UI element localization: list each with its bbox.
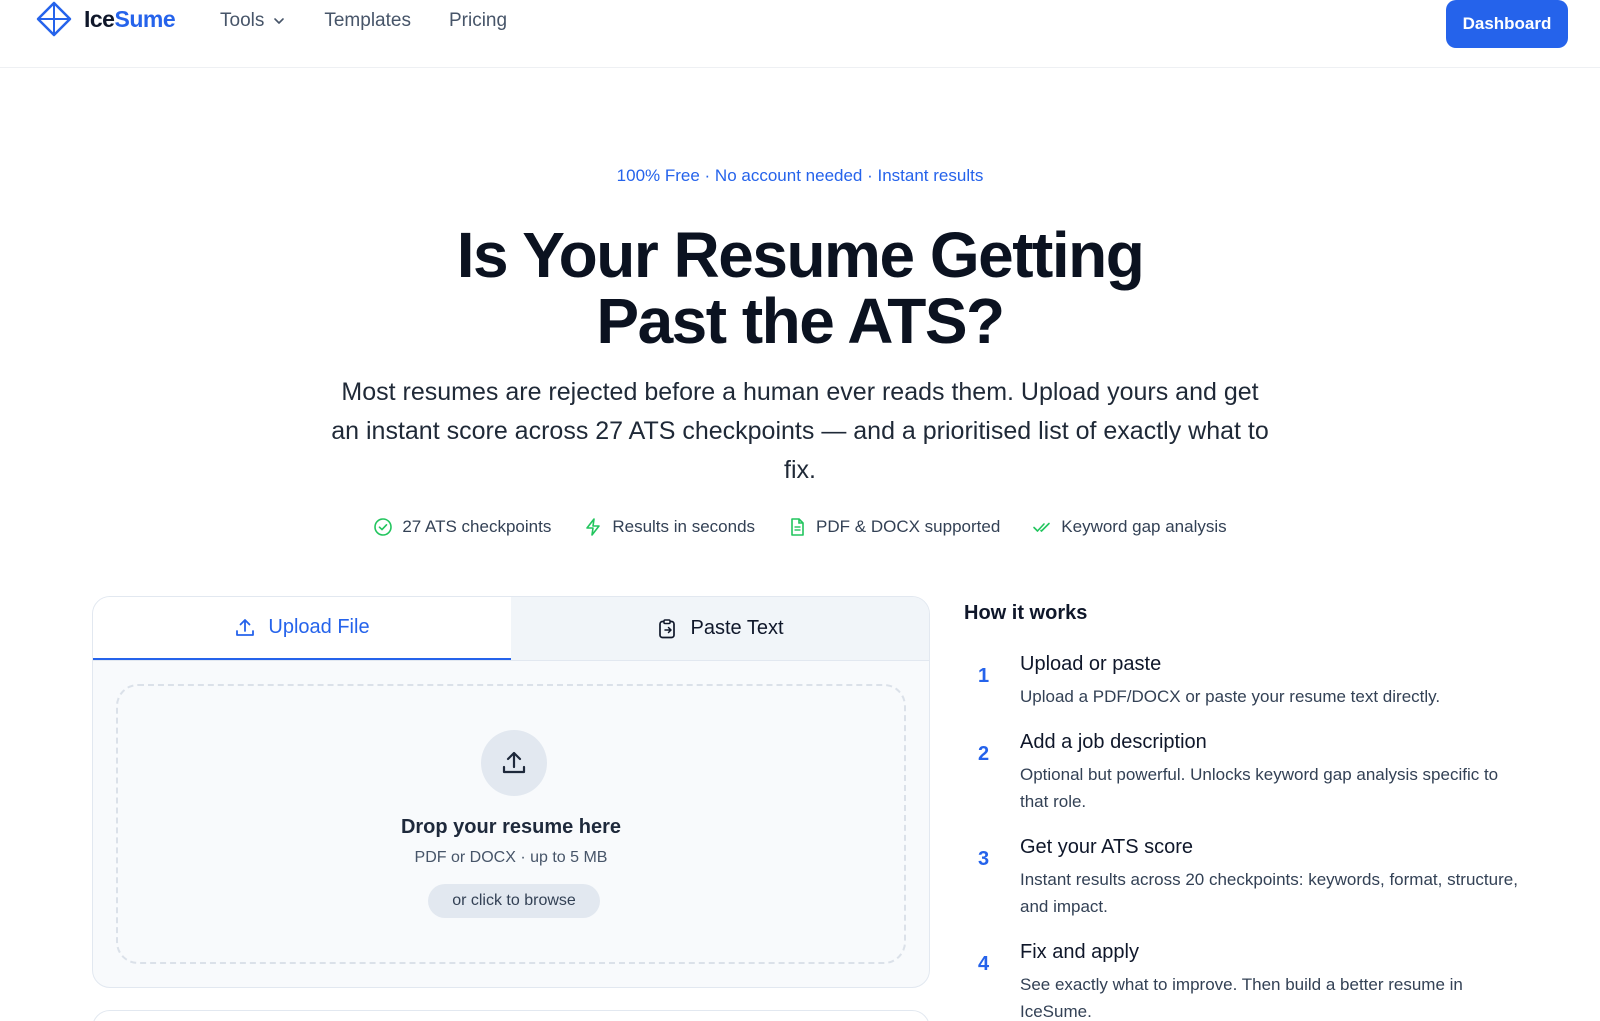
browse-button[interactable]: or click to browse: [428, 884, 600, 918]
lightning-icon: [586, 518, 601, 536]
feature-item-formats: PDF & DOCX supported: [787, 517, 1000, 537]
nav-pricing[interactable]: Pricing: [449, 10, 507, 32]
brand-logo[interactable]: IceSume: [36, 1, 176, 37]
step-title: Upload or paste: [1020, 653, 1162, 675]
brand-name-part1: Ice: [84, 5, 115, 32]
feature-item-checkpoints: 27 ATS checkpoints: [373, 517, 551, 537]
file-dropzone[interactable]: Drop your resume here PDF or DOCX · up t…: [116, 684, 906, 964]
step-number: 1: [978, 665, 990, 687]
main-nav: Tools Templates Pricing: [220, 10, 507, 32]
upload-icon: [502, 751, 526, 774]
step-description: See exactly what to improve. Then build …: [1020, 975, 1463, 1021]
feature-label: Results in seconds: [612, 517, 756, 536]
feature-item-speed: Results in seconds: [583, 517, 755, 537]
step-number: 3: [978, 848, 990, 870]
feature-label: 27 ATS checkpoints: [402, 517, 552, 536]
page-title-line2: Past the ATS?: [596, 285, 1005, 357]
step-title: Fix and apply: [1020, 941, 1139, 963]
dashboard-button[interactable]: Dashboard: [1446, 0, 1568, 48]
how-it-works-title: How it works: [964, 602, 1088, 624]
chevron-down-icon: [274, 18, 285, 24]
secondary-card: [92, 1010, 930, 1021]
step-number: 2: [978, 743, 990, 765]
clipboard-icon: [659, 618, 676, 638]
double-check-icon: [1033, 522, 1051, 532]
upload-circle: [481, 730, 547, 796]
nav-templates[interactable]: Templates: [324, 10, 411, 32]
feature-label: Keyword gap analysis: [1061, 517, 1227, 536]
hero-subtitle: Most resumes are rejected before a human…: [331, 378, 1269, 484]
dropzone-subtitle: PDF or DOCX · up to 5 MB: [414, 849, 608, 866]
brand-name: IceSume: [84, 5, 176, 33]
step-title: Get your ATS score: [1020, 836, 1194, 858]
nav-templates-label: Templates: [324, 10, 411, 31]
feature-item-keywords: Keyword gap analysis: [1032, 517, 1227, 537]
page-title-line1: Is Your Resume Getting: [456, 219, 1145, 291]
brand-name-part2: Sume: [114, 5, 176, 32]
hero-eyebrow: 100% Free · No account needed · Instant …: [616, 166, 984, 185]
step-title: Add a job description: [1020, 731, 1207, 753]
upload-card: Upload File Paste Text Drop your resume …: [92, 596, 930, 988]
diamond-logo-icon: [36, 1, 72, 37]
upload-icon: [236, 618, 255, 636]
feature-label: PDF & DOCX supported: [816, 517, 1001, 536]
top-nav-bar: IceSume Tools Templates Pricing Dashboar…: [0, 0, 1600, 68]
tab-paste-text[interactable]: Paste Text: [511, 597, 929, 660]
step-description: Instant results across 20 checkpoints: k…: [1020, 870, 1518, 916]
nav-tools[interactable]: Tools: [220, 10, 286, 32]
tab-upload-file[interactable]: Upload File: [93, 597, 511, 660]
tab-paste-text-label: Paste Text: [690, 617, 784, 639]
upload-tabs: Upload File Paste Text: [93, 597, 929, 661]
step-description: Optional but powerful. Unlocks keyword g…: [1020, 765, 1499, 811]
document-icon: [791, 518, 804, 536]
check-circle-icon: [374, 518, 393, 536]
step-number: 4: [978, 953, 990, 975]
nav-tools-label: Tools: [220, 10, 265, 31]
tab-upload-file-label: Upload File: [268, 616, 370, 638]
page-title: Is Your Resume Getting Past the ATS?: [0, 222, 1600, 354]
feature-list: 27 ATS checkpoints Results in seconds PD…: [0, 517, 1600, 537]
nav-pricing-label: Pricing: [448, 10, 508, 31]
step-description: Upload a PDF/DOCX or paste your resume t…: [1020, 687, 1441, 706]
dropzone-title: Drop your resume here: [400, 816, 622, 838]
